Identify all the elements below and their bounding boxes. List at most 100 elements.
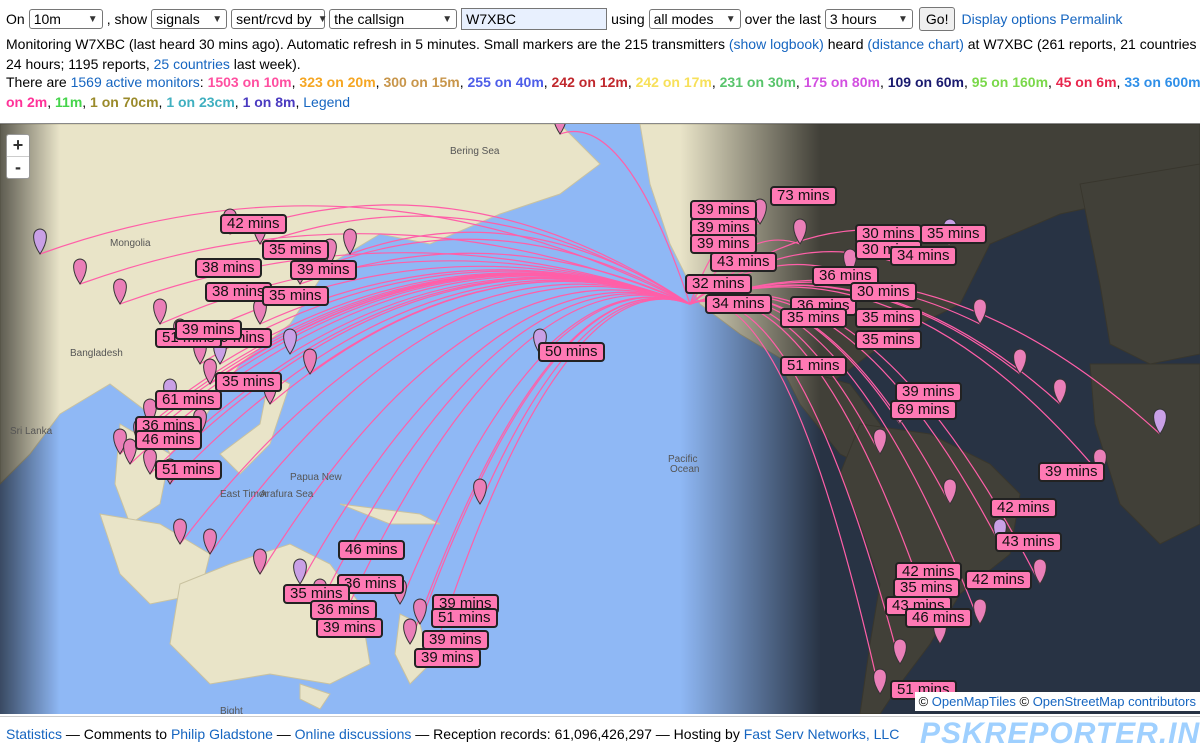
controls-panel: On 10m ▼ , show signals ▼ sent/rcvd by ▼ th… <box>0 0 1200 122</box>
report-age-label[interactable]: 46 mins <box>338 540 405 560</box>
active-monitors-link[interactable]: 1569 active monitors <box>71 74 200 90</box>
report-age-label[interactable]: 39 mins <box>290 260 357 280</box>
openmaptiles-link[interactable]: OpenMapTiles <box>932 694 1016 709</box>
station-marker-icon[interactable] <box>473 478 487 505</box>
report-age-label[interactable]: 39 mins <box>895 382 962 402</box>
chevron-down-icon: ▼ <box>212 13 223 25</box>
info-text-4: last week). <box>233 56 301 72</box>
report-age-label[interactable]: 39 mins <box>414 648 481 668</box>
footer-text: Statistics — Comments to Philip Gladston… <box>6 726 899 742</box>
period-select[interactable]: 3 hours ▼ <box>824 9 913 29</box>
discussions-link[interactable]: Online discussions <box>295 726 412 742</box>
report-age-label[interactable]: 50 mins <box>538 342 605 362</box>
permalink-link[interactable]: Permalink <box>1060 11 1122 27</box>
place-sri-lanka: Sri Lanka <box>10 426 53 437</box>
report-age-label[interactable]: 35 mins <box>920 224 987 244</box>
place-bangladesh: Bangladesh <box>70 348 123 359</box>
report-age-label[interactable]: 35 mins <box>262 286 329 306</box>
report-age-label[interactable]: 35 mins <box>215 372 282 392</box>
map-view[interactable]: Mongolia Bangladesh Sri Lanka Arafura Se… <box>0 123 1200 714</box>
report-age-label[interactable]: 39 mins <box>690 200 757 220</box>
band-count: 255 on 40m <box>467 74 544 90</box>
info-text-1: Monitoring W7XBC (last heard 30 mins ago… <box>6 36 725 52</box>
band-count: 300 on 15m <box>383 74 460 90</box>
report-age-label[interactable]: 34 mins <box>705 294 772 314</box>
report-age-label[interactable]: 35 mins <box>262 240 329 260</box>
report-age-label[interactable]: 38 mins <box>195 258 262 278</box>
band-count: 242 on 12m <box>551 74 628 90</box>
report-age-label[interactable]: 61 mins <box>155 390 222 410</box>
chevron-down-icon: ▼ <box>317 13 328 25</box>
display-options-link[interactable]: Display options <box>961 11 1056 27</box>
report-age-label[interactable]: 46 mins <box>905 608 972 628</box>
place-pacific-ocean-2: Ocean <box>670 464 699 475</box>
band-count: 323 on 20m <box>299 74 376 90</box>
station-marker-icon[interactable] <box>413 598 427 625</box>
report-age-label[interactable]: 35 mins <box>855 308 922 328</box>
zoom-out-button[interactable]: - <box>7 157 29 178</box>
chevron-down-icon: ▼ <box>87 13 98 25</box>
info-text-2: heard <box>827 36 864 52</box>
openstreetmap-link[interactable]: OpenStreetMap contributors <box>1033 694 1196 709</box>
direction-select[interactable]: sent/rcvd by ▼ <box>231 9 328 29</box>
callsign-input[interactable] <box>461 8 608 30</box>
report-age-label[interactable]: 46 mins <box>135 430 202 450</box>
legend-link[interactable]: Legend <box>303 94 350 110</box>
band-count: 242 on 17m <box>635 74 712 90</box>
band-select[interactable]: 10m ▼ <box>28 9 103 29</box>
report-age-label[interactable]: 39 mins <box>1038 462 1105 482</box>
propagation-path <box>259 289 691 575</box>
station-marker-icon[interactable] <box>283 328 297 355</box>
report-age-label[interactable]: 35 mins <box>893 578 960 598</box>
target-select[interactable]: the callsign ▼ <box>329 9 458 29</box>
chevron-down-icon: ▼ <box>897 13 908 25</box>
place-bight: Bight <box>220 706 243 714</box>
station-marker-icon[interactable] <box>203 528 217 555</box>
report-age-label[interactable]: 39 mins <box>175 320 242 340</box>
go-button[interactable]: Go! <box>918 7 956 31</box>
report-age-label[interactable]: 42 mins <box>965 570 1032 590</box>
footer-sep: — Comments to <box>65 726 168 742</box>
report-age-label[interactable]: 43 mins <box>995 532 1062 552</box>
place-mongolia: Mongolia <box>110 238 151 249</box>
report-age-label[interactable]: 69 mins <box>890 400 957 420</box>
report-age-label[interactable]: 51 mins <box>155 460 222 480</box>
band-count: 1 on 8m <box>242 94 296 110</box>
report-age-label[interactable]: 42 mins <box>990 498 1057 518</box>
report-age-label[interactable]: 51 mins <box>780 356 847 376</box>
report-age-label[interactable]: 73 mins <box>770 186 837 206</box>
countries-link[interactable]: 25 countries <box>154 56 230 72</box>
report-age-label[interactable]: 43 mins <box>710 252 777 272</box>
report-age-label[interactable]: 36 mins <box>310 600 377 620</box>
band-count: 1 on 70cm <box>90 94 159 110</box>
report-age-label[interactable]: 39 mins <box>316 618 383 638</box>
mode-select[interactable]: all modes ▼ <box>648 9 741 29</box>
distance-chart-link[interactable]: (distance chart) <box>867 36 963 52</box>
hosting-link[interactable]: Fast Serv Networks, LLC <box>744 726 900 742</box>
band-count: 1503 on 10m <box>207 74 292 90</box>
map-attribution: © OpenMapTiles © OpenStreetMap contribut… <box>914 692 1200 711</box>
place-arafura-sea: Arafura Sea <box>260 489 314 500</box>
on-label: On <box>6 11 25 27</box>
site-brand: PSKREPORTER.INFO <box>920 717 1200 750</box>
author-link[interactable]: Philip Gladstone <box>171 726 273 742</box>
report-age-label[interactable]: 32 mins <box>685 274 752 294</box>
report-age-label[interactable]: 35 mins <box>780 308 847 328</box>
zoom-in-button[interactable]: + <box>7 135 29 157</box>
report-age-label[interactable]: 51 mins <box>431 608 498 628</box>
report-age-label[interactable]: 30 mins <box>850 282 917 302</box>
report-age-label[interactable]: 34 mins <box>890 246 957 266</box>
query-row: On 10m ▼ , show signals ▼ sent/rcvd by ▼ th… <box>6 7 1123 31</box>
report-age-label[interactable]: 42 mins <box>220 214 287 234</box>
show-logbook-link[interactable]: (show logbook) <box>729 36 824 52</box>
land-asia <box>0 124 601 605</box>
footer-sep: — <box>276 726 291 742</box>
night-shade-west <box>0 124 60 714</box>
report-age-label[interactable]: 39 mins <box>422 630 489 650</box>
report-age-label[interactable]: 39 mins <box>690 234 757 254</box>
statistics-link[interactable]: Statistics <box>6 726 62 742</box>
band-count: 175 on 80m <box>803 74 880 90</box>
chevron-down-icon: ▼ <box>725 13 736 25</box>
report-age-label[interactable]: 35 mins <box>855 330 922 350</box>
show-select[interactable]: signals ▼ <box>151 9 228 29</box>
